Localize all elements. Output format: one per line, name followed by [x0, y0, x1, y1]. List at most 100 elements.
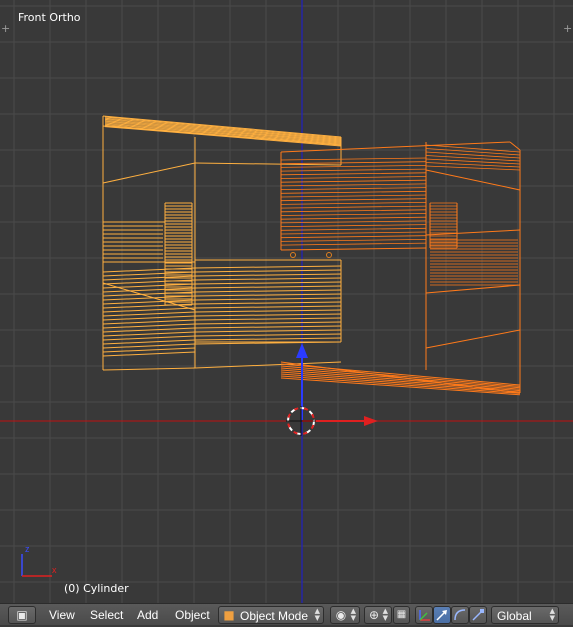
- axes-icon: [419, 610, 430, 621]
- wire-edge: [102, 162, 196, 184]
- view-name-label: Front Ortho: [18, 11, 81, 24]
- menu-object[interactable]: Object: [175, 608, 210, 622]
- wire-edge: [102, 331, 196, 337]
- wire-edge: [509, 141, 521, 151]
- manipulator-x-arrowhead: [364, 416, 378, 426]
- object-mode-icon: ■: [223, 608, 235, 622]
- dropdown-arrows-icon: ▲ ▼: [350, 607, 356, 622]
- wire-edge: [425, 169, 521, 191]
- wire-edge: [194, 289, 342, 293]
- wire-edge: [194, 301, 342, 305]
- wire-edge: [102, 367, 196, 371]
- wire-edge: [280, 161, 427, 165]
- wire-edge: [102, 323, 196, 329]
- sphere-icon: ◉: [335, 608, 347, 622]
- wire-edge: [194, 305, 342, 309]
- wire-edge: [280, 168, 427, 172]
- wire-edge: [102, 311, 196, 317]
- wire-edge: [194, 317, 342, 321]
- wire-edge: [102, 327, 196, 333]
- scale-icon: [472, 609, 484, 621]
- wire-edge: [102, 335, 196, 341]
- axis-gizmo: z x: [21, 544, 57, 577]
- left-cylinder-wireframe: [102, 115, 342, 371]
- wire-edge: [102, 319, 196, 325]
- wire-edge: [425, 155, 521, 162]
- orientation-label: Global: [497, 609, 532, 623]
- manipulator-toggle[interactable]: [415, 606, 433, 624]
- wire-edge: [194, 273, 342, 277]
- menu-add[interactable]: Add: [137, 608, 158, 622]
- wire-edge: [194, 329, 342, 333]
- wire-edge: [280, 209, 427, 213]
- wire-edge: [104, 121, 342, 143]
- right-cylinder-wireframe: [280, 141, 521, 396]
- wire-edge: [280, 183, 427, 187]
- object-info-label: (0) Cylinder: [64, 582, 129, 595]
- corner-plus-icon[interactable]: +: [1, 23, 10, 34]
- translate-manipulator-button[interactable]: [433, 606, 451, 624]
- wire-edge: [102, 343, 196, 349]
- wire-edge: [102, 291, 196, 297]
- wire-edge: [194, 309, 342, 313]
- svg-text:z: z: [25, 544, 30, 554]
- wire-edge: [280, 172, 427, 176]
- object-origin-dot: [326, 252, 332, 258]
- wire-edge: [425, 229, 521, 236]
- dropdown-arrows-icon: ▲ ▼: [549, 607, 555, 622]
- wire-edge: [102, 267, 196, 273]
- wire-edge: [194, 285, 342, 289]
- wire-edge: [194, 281, 342, 285]
- wire-edge: [280, 190, 427, 194]
- viewport-header: ▣ View Select Add Object ■ Object Mode ▲…: [0, 603, 573, 625]
- wire-edge: [425, 284, 521, 294]
- editor-type-button[interactable]: ▣: [8, 606, 36, 624]
- object-origin-dot: [290, 252, 296, 258]
- wire-edge: [194, 333, 342, 337]
- wire-edge: [194, 269, 342, 273]
- wire-edge: [280, 205, 427, 209]
- wire-edge: [102, 315, 196, 321]
- mode-label: Object Mode: [240, 609, 309, 623]
- wire-edge: [194, 265, 342, 269]
- wire-edge: [425, 151, 521, 159]
- wire-edge: [280, 242, 427, 246]
- wire-edge: [102, 351, 196, 357]
- wire-edge: [280, 224, 427, 227]
- corner-plus-icon[interactable]: +: [563, 23, 572, 34]
- rotate-manipulator-button[interactable]: [451, 606, 469, 624]
- wire-edge: [194, 313, 342, 317]
- wire-edge: [194, 293, 342, 297]
- scale-manipulator-button[interactable]: [469, 606, 487, 624]
- snap-icon: ▦: [396, 609, 407, 620]
- dropdown-arrows-icon: ▲ ▼: [382, 607, 388, 622]
- wire-edge: [194, 277, 342, 281]
- wire-edge: [102, 339, 196, 345]
- mode-dropdown[interactable]: ■ Object Mode ▲ ▼: [218, 606, 324, 624]
- snap-button[interactable]: ▦: [393, 606, 410, 624]
- wire-edge: [194, 325, 342, 329]
- arrow-icon: [436, 610, 447, 621]
- wire-edge: [280, 179, 427, 183]
- wire-edge: [280, 227, 427, 231]
- viewport-shading-dropdown[interactable]: ◉ ▲ ▼: [330, 606, 360, 624]
- wire-edge: [280, 194, 427, 198]
- svg-text:x: x: [52, 565, 57, 575]
- 3d-viewport[interactable]: Front Ortho (0) Cylinder + + z x: [0, 0, 573, 603]
- wire-edge: [280, 247, 427, 251]
- wire-edge: [280, 239, 427, 242]
- wire-edge: [425, 329, 521, 349]
- wire-edge: [280, 176, 427, 179]
- orientation-dropdown[interactable]: Global ▲ ▼: [491, 606, 559, 624]
- menu-select[interactable]: Select: [90, 608, 123, 622]
- pivot-point-dropdown[interactable]: ⊕ ▲ ▼: [364, 606, 392, 624]
- arc-icon: [454, 609, 466, 621]
- scene-objects[interactable]: [0, 0, 573, 603]
- wire-edge: [425, 148, 521, 156]
- wire-edge: [102, 347, 196, 353]
- wire-edge: [194, 337, 342, 341]
- menu-view[interactable]: View: [49, 608, 75, 622]
- wire-edge: [102, 307, 196, 313]
- wire-edge: [194, 321, 342, 325]
- dropdown-arrows-icon: ▲ ▼: [314, 607, 320, 622]
